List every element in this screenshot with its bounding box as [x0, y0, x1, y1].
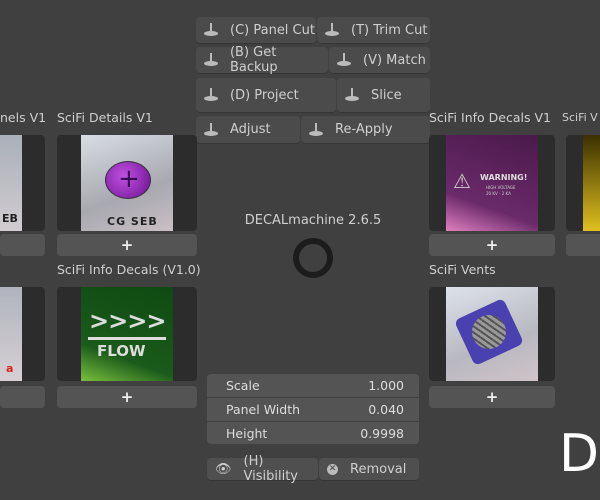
removal-button[interactable]: ✕ Removal: [319, 458, 419, 480]
decal-tool-icon: [337, 53, 351, 67]
decal-tool-icon: [204, 122, 218, 137]
overlay-letter: D: [559, 424, 600, 484]
addon-title: DECALmachine 2.6.5: [244, 213, 382, 228]
decal-thumbnail[interactable]: EB: [0, 135, 45, 231]
panel-cut-button[interactable]: (C) Panel Cut: [196, 17, 316, 43]
warning-icon: ⚠: [453, 169, 471, 193]
library-label: SciFi Vents: [429, 262, 496, 277]
add-decal-button[interactable]: +: [57, 234, 197, 256]
add-decal-button[interactable]: [566, 234, 600, 256]
scale-field[interactable]: Scale 1.000: [207, 374, 419, 397]
library-label: SciFi V: [562, 111, 598, 124]
adjust-button[interactable]: Adjust: [196, 116, 300, 143]
vent-image: [453, 297, 525, 367]
visibility-button[interactable]: 👁 (H) Visibility: [207, 454, 318, 484]
add-decal-button[interactable]: +: [429, 234, 555, 256]
slice-button[interactable]: Slice: [337, 78, 430, 112]
decal-tool-icon: [204, 53, 218, 67]
add-decal-button[interactable]: +: [429, 386, 555, 408]
library-label: SciFi Details V1: [57, 110, 153, 125]
add-decal-button[interactable]: [0, 234, 45, 256]
height-field[interactable]: Height 0.9998: [207, 422, 419, 444]
project-button[interactable]: (D) Project: [196, 78, 336, 112]
re-apply-button[interactable]: Re-Apply: [301, 116, 430, 143]
library-label: nels V1: [0, 110, 47, 125]
decal-thumbnail[interactable]: a: [0, 287, 45, 381]
decal-tool-icon: [345, 88, 359, 102]
decal-thumbnail[interactable]: ⚠ WARNING! HIGH VOLTAGE 20 KV - 2 KA: [429, 135, 555, 231]
remove-icon: ✕: [327, 463, 338, 475]
decal-tool-icon: [309, 122, 323, 137]
decal-tool-icon: [325, 23, 339, 37]
properties-panel: Scale 1.000 Panel Width 0.040 Height 0.9998: [207, 374, 419, 444]
decal-tool-icon: [204, 88, 218, 102]
match-button[interactable]: (V) Match: [329, 47, 430, 73]
get-backup-button[interactable]: (B) Get Backup: [196, 45, 328, 75]
trim-cut-button[interactable]: (T) Trim Cut: [317, 17, 430, 43]
add-decal-button[interactable]: +: [57, 386, 197, 408]
add-decal-button[interactable]: [0, 386, 45, 408]
panel-width-field[interactable]: Panel Width 0.040: [207, 398, 419, 421]
decal-thumbnail[interactable]: [566, 135, 600, 231]
screw-image: +: [105, 161, 151, 199]
decal-tool-icon: [204, 23, 218, 37]
library-label: SciFi Info Decals V1: [429, 110, 551, 125]
pie-center-ring: [293, 238, 333, 278]
decal-thumbnail[interactable]: [429, 287, 555, 381]
decal-thumbnail[interactable]: >>>> FLOW: [57, 287, 197, 381]
library-label: SciFi Info Decals (V1.0): [57, 262, 201, 277]
decal-thumbnail[interactable]: + CG SEB: [57, 135, 197, 231]
eye-icon: 👁: [215, 461, 232, 477]
